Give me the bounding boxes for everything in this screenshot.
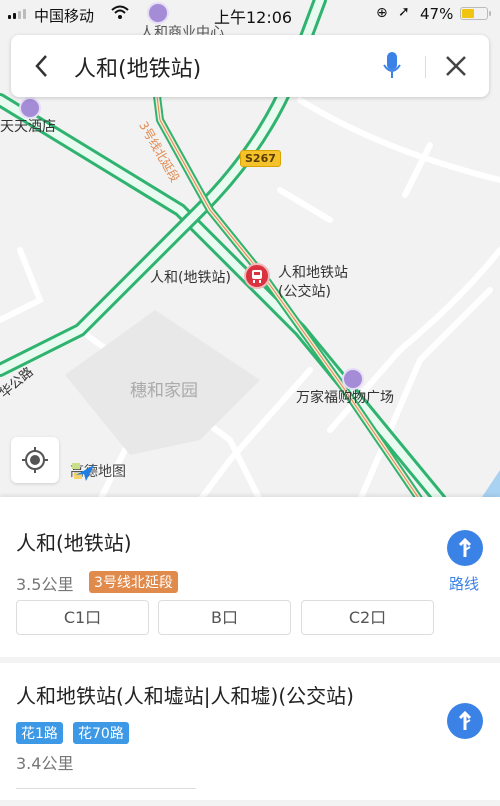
minor-road: [297, 97, 500, 183]
road-badge-s267: S267: [240, 150, 281, 167]
locate-me-button[interactable]: [11, 437, 59, 483]
result-title[interactable]: 人和地铁站(人和墟站|人和墟)(公交站): [16, 680, 354, 709]
search-input[interactable]: 人和(地铁站): [74, 51, 201, 83]
result-distance: 3.4公里: [16, 754, 74, 773]
signal-icon: [8, 9, 26, 19]
expressway: [0, 93, 447, 500]
result-distance: 3.5公里: [16, 575, 74, 594]
bus-route-tag: 花1路: [16, 722, 63, 744]
divider: [16, 788, 196, 789]
exit-button-c1[interactable]: C1口: [16, 600, 149, 635]
water: [480, 470, 500, 500]
chevron-left-icon[interactable]: [29, 49, 55, 83]
result-item[interactable]: 人和(地铁站) 3.5公里 3号线北延段 C1口 B口 C2口 路线: [0, 497, 500, 655]
battery-icon: [460, 7, 491, 20]
orientation-lock-icon: ⊕: [376, 5, 388, 21]
status-bar: 中国移动 上午12:06 ⊕ ➚ 47%: [0, 0, 500, 28]
exit-button-b[interactable]: B口: [158, 600, 291, 635]
result-title[interactable]: 人和(地铁站): [16, 527, 132, 556]
route-button[interactable]: [447, 703, 483, 739]
minor-road: [0, 247, 44, 323]
route-button[interactable]: [447, 530, 483, 566]
location-arrow-icon: ➚: [398, 4, 410, 20]
bus-route-tag: 花70路: [73, 722, 129, 744]
route-label[interactable]: 路线: [449, 573, 479, 594]
battery-percent: 47%: [420, 5, 454, 23]
map-label-mall[interactable]: 万家福购物广场: [296, 387, 394, 407]
map-label-community[interactable]: 穗和家园: [130, 376, 198, 401]
map-label-hotel[interactable]: 天天酒店: [0, 116, 56, 136]
divider: [425, 56, 426, 78]
carrier-name: 中国移动: [34, 7, 95, 25]
battery-level: [462, 9, 475, 18]
amap-logo: 高德地图: [70, 461, 126, 481]
metro-station-icon[interactable]: [243, 262, 275, 294]
search-bar[interactable]: 人和(地铁站): [11, 35, 489, 97]
results-panel: 人和(地铁站) 3.5公里 3号线北延段 C1口 B口 C2口 路线 人和地铁站…: [0, 497, 500, 800]
map-label-metro-station[interactable]: 人和(地铁站): [150, 267, 231, 287]
map-label-bus-station[interactable]: 人和地铁站: [278, 262, 348, 282]
route-arrow-icon: [458, 710, 472, 730]
clock: 上午12:06: [214, 8, 293, 27]
wifi-icon: [111, 5, 129, 19]
map-label-bus-station-sub[interactable]: (公交站): [278, 281, 331, 301]
result-item[interactable]: 人和地铁站(人和墟站|人和墟)(公交站) 花1路 花70路 3.4公里: [0, 657, 500, 806]
metro-line-tag: 3号线北延段: [89, 571, 178, 593]
microphone-icon[interactable]: [383, 51, 401, 81]
crosshair-icon: [22, 447, 48, 473]
amap-logo-icon: [72, 463, 94, 481]
exit-button-c2[interactable]: C2口: [301, 600, 434, 635]
route-arrow-icon: [458, 537, 472, 557]
minor-road: [277, 187, 333, 223]
close-icon[interactable]: [443, 51, 469, 81]
